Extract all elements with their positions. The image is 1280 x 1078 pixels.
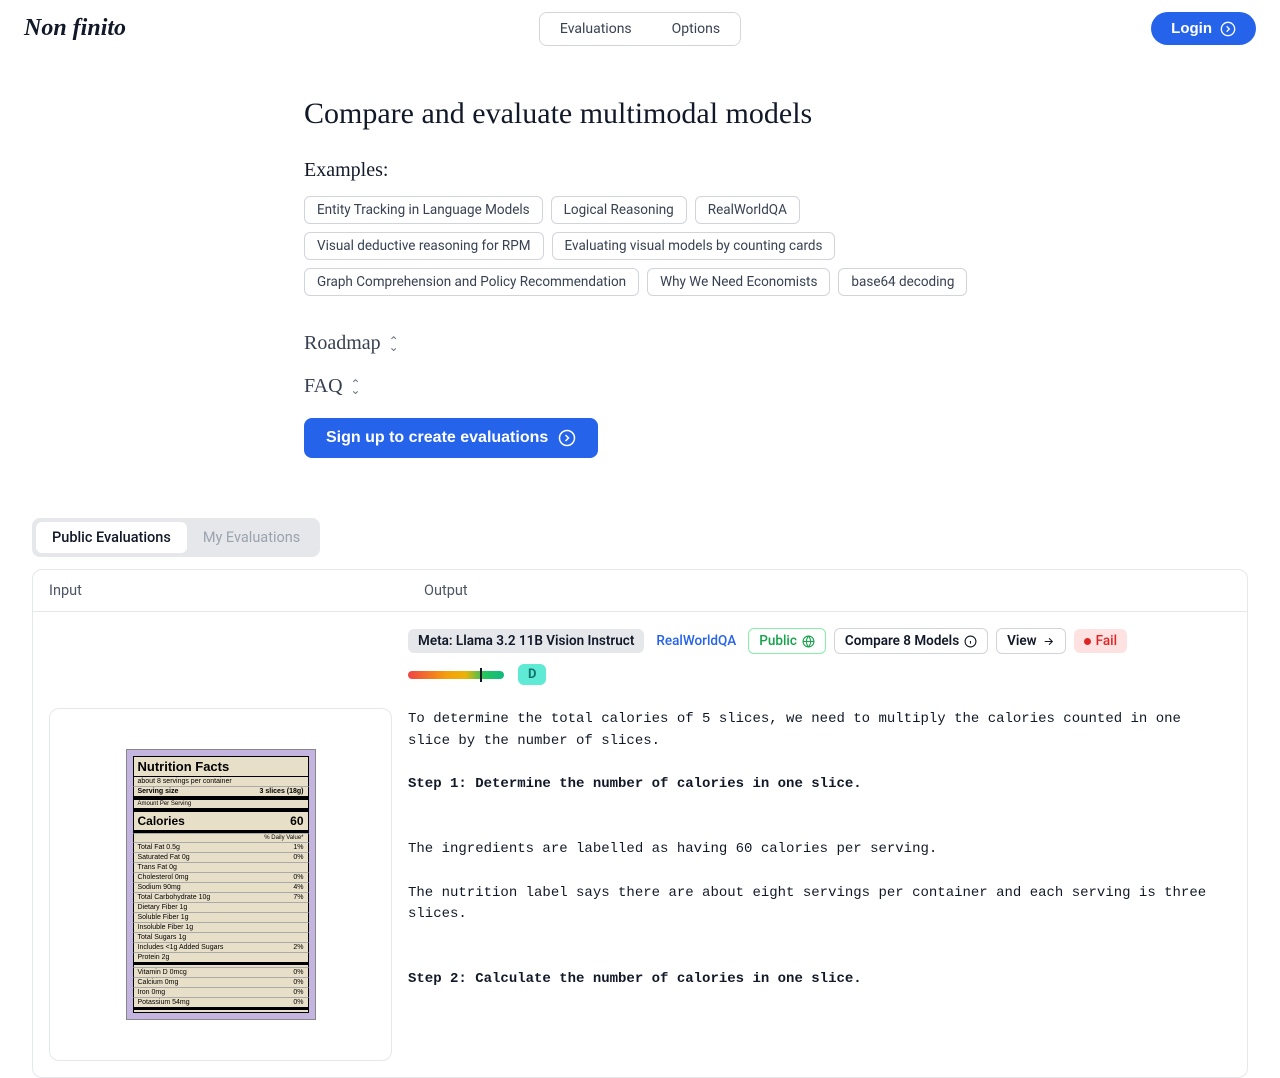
nf-serving-size-label: Serving size [138, 788, 179, 795]
status-label: Fail [1096, 633, 1117, 649]
output-line1: The ingredients are labelled as having 6… [408, 841, 937, 857]
nf-calories-label: Calories [138, 814, 185, 828]
grade-gradient-bar [408, 671, 504, 679]
login-label: Login [1171, 20, 1212, 37]
brand-logo[interactable]: Non finito [24, 15, 126, 42]
roadmap-label: Roadmap [304, 332, 381, 355]
signup-button[interactable]: Sign up to create evaluations [304, 418, 598, 458]
nf-servings: about 8 servings per container [133, 777, 309, 786]
nf-row: Protein 2g [133, 952, 309, 962]
nf-row: Saturated Fat 0g0% [133, 852, 309, 862]
nf-dv-label: % Daily Value* [264, 835, 303, 841]
grade-marker [480, 668, 482, 682]
signup-label: Sign up to create evaluations [326, 429, 548, 447]
dataset-link[interactable]: RealWorldQA [652, 629, 740, 653]
public-badge: Public [748, 628, 826, 654]
nf-row: Total Fat 0.5g1% [133, 842, 309, 852]
eval-tabs: Public Evaluations My Evaluations [32, 518, 320, 557]
column-header-input: Input [33, 570, 408, 611]
example-chip[interactable]: Logical Reasoning [551, 196, 687, 224]
nutrition-facts-image: Nutrition Facts about 8 servings per con… [126, 749, 316, 1020]
view-label: View [1007, 633, 1037, 649]
faq-label: FAQ [304, 375, 343, 398]
example-chip[interactable]: base64 decoding [838, 268, 967, 296]
nf-row: Insoluble Fiber 1g [133, 922, 309, 932]
nf-row: Trans Fat 0g [133, 862, 309, 872]
status-badge: Fail [1074, 629, 1127, 653]
nf-vitamin-row: Potassium 54mg0% [133, 997, 309, 1007]
nav-evaluations[interactable]: Evaluations [540, 13, 652, 45]
evaluation-card: Input Output Nutrition Facts about 8 ser… [32, 569, 1248, 1078]
tab-my-evaluations[interactable]: My Evaluations [187, 522, 316, 553]
top-nav: Evaluations Options [539, 12, 741, 46]
nf-calories-value: 60 [290, 814, 303, 828]
nf-row: Sodium 90mg4% [133, 882, 309, 892]
input-panel: Nutrition Facts about 8 servings per con… [33, 612, 408, 1077]
example-chip[interactable]: Entity Tracking in Language Models [304, 196, 543, 224]
examples-list: Entity Tracking in Language Models Logic… [304, 196, 976, 296]
tab-public-evaluations[interactable]: Public Evaluations [36, 522, 187, 553]
roadmap-toggle[interactable]: Roadmap ⌃⌄ [304, 332, 976, 355]
output-text: To determine the total calories of 5 sli… [408, 709, 1227, 991]
nf-amount-label: Amount Per Serving [133, 796, 309, 808]
output-line2: The nutrition label says there are about… [408, 885, 1215, 923]
login-button[interactable]: Login [1151, 12, 1256, 45]
arrow-right-icon [1042, 635, 1055, 648]
example-chip[interactable]: Graph Comprehension and Policy Recommend… [304, 268, 639, 296]
status-dot-icon [1084, 638, 1091, 645]
info-icon [964, 635, 977, 648]
public-label: Public [759, 633, 797, 649]
nf-row: Total Sugars 1g [133, 932, 309, 942]
nf-vitamin-row: Calcium 0mg0% [133, 977, 309, 987]
nf-row: Total Carbohydrate 10g7% [133, 892, 309, 902]
nf-serving-size-value: 3 slices (18g) [260, 788, 304, 795]
grade-letter: D [518, 664, 546, 685]
nf-row: Includes <1g Added Sugars2% [133, 942, 309, 952]
nav-options[interactable]: Options [652, 13, 740, 45]
globe-icon [802, 635, 815, 648]
output-intro: To determine the total calories of 5 sli… [408, 711, 1189, 749]
examples-label: Examples: [304, 159, 976, 182]
nf-vitamin-row: Iron 0mg0% [133, 987, 309, 997]
output-step1-title: Step 1: Determine the number of calories… [408, 776, 862, 792]
nf-row: Dietary Fiber 1g [133, 902, 309, 912]
nf-vitamin-row: Vitamin D 0mcg0% [133, 967, 309, 977]
input-image-frame: Nutrition Facts about 8 servings per con… [49, 708, 392, 1061]
output-step2-title: Step 2: Calculate the number of calories… [408, 971, 862, 987]
nf-row: Soluble Fiber 1g [133, 912, 309, 922]
example-chip[interactable]: Evaluating visual models by counting car… [552, 232, 836, 260]
column-header-output: Output [408, 570, 1247, 611]
page-title: Compare and evaluate multimodal models [304, 97, 976, 131]
arrow-right-circle-icon [1220, 21, 1236, 37]
example-chip[interactable]: Why We Need Economists [647, 268, 830, 296]
example-chip[interactable]: RealWorldQA [695, 196, 800, 224]
view-button[interactable]: View [996, 628, 1066, 654]
model-badge[interactable]: Meta: Llama 3.2 11B Vision Instruct [408, 629, 644, 653]
nf-title: Nutrition Facts [133, 756, 309, 777]
example-chip[interactable]: Visual deductive reasoning for RPM [304, 232, 544, 260]
chevron-updown-icon: ⌃⌄ [351, 381, 361, 393]
faq-toggle[interactable]: FAQ ⌃⌄ [304, 375, 976, 398]
chevron-updown-icon: ⌃⌄ [389, 338, 399, 350]
compare-button[interactable]: Compare 8 Models [834, 628, 988, 654]
nf-row: Cholesterol 0mg0% [133, 872, 309, 882]
compare-label: Compare 8 Models [845, 633, 959, 649]
arrow-right-circle-icon [558, 429, 576, 447]
output-panel: Meta: Llama 3.2 11B Vision Instruct Real… [408, 612, 1247, 1077]
